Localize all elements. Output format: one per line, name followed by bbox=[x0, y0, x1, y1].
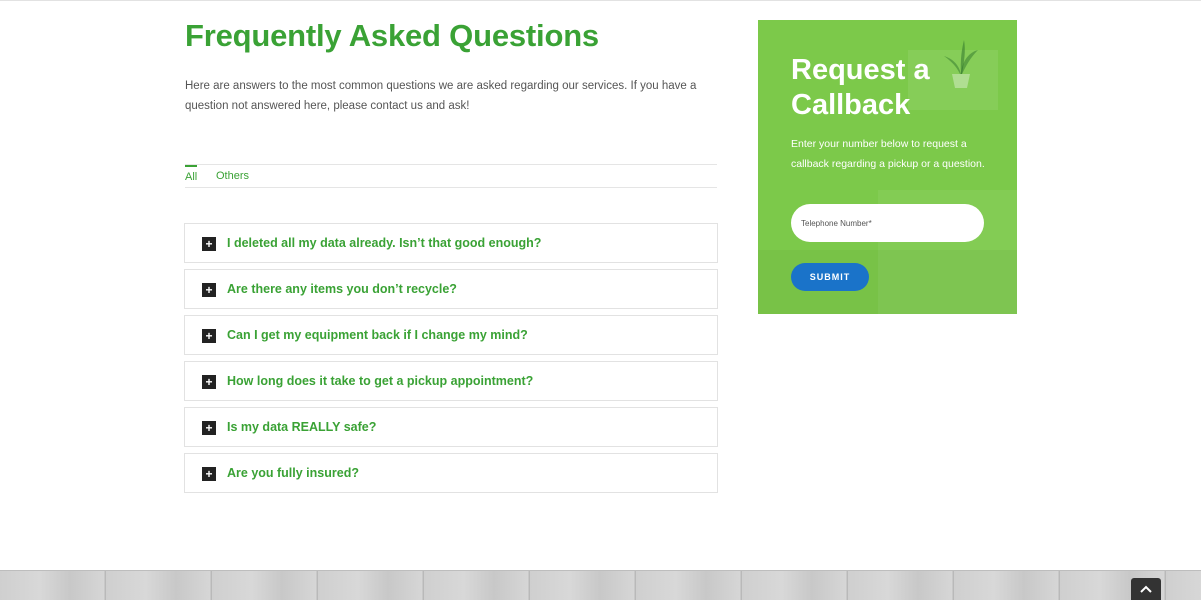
plus-icon[interactable]: + bbox=[202, 375, 216, 389]
callback-title: Request a Callback bbox=[791, 54, 930, 121]
faq-question[interactable]: Are there any items you don’t recycle? bbox=[227, 282, 457, 296]
faq-item[interactable]: + How long does it take to get a pickup … bbox=[184, 361, 718, 401]
top-divider bbox=[0, 0, 1201, 1]
faq-question[interactable]: How long does it take to get a pickup ap… bbox=[227, 374, 533, 388]
plus-icon[interactable]: + bbox=[202, 237, 216, 251]
callback-panel: Request a Callback Enter your number bel… bbox=[758, 20, 1017, 314]
plus-icon[interactable]: + bbox=[202, 329, 216, 343]
footer-wood-background bbox=[0, 570, 1201, 600]
scroll-to-top-button[interactable] bbox=[1131, 578, 1161, 600]
faq-item[interactable]: + Is my data REALLY safe? bbox=[184, 407, 718, 447]
faq-question[interactable]: Can I get my equipment back if I change … bbox=[227, 328, 528, 342]
faq-item[interactable]: + I deleted all my data already. Isn’t t… bbox=[184, 223, 718, 263]
plus-icon[interactable]: + bbox=[202, 467, 216, 481]
telephone-input[interactable] bbox=[791, 204, 984, 242]
page-title: Frequently Asked Questions bbox=[185, 18, 599, 53]
faq-item[interactable]: + Can I get my equipment back if I chang… bbox=[184, 315, 718, 355]
submit-button[interactable]: SUBMIT bbox=[791, 263, 869, 291]
faq-question[interactable]: Are you fully insured? bbox=[227, 466, 359, 480]
faq-question[interactable]: I deleted all my data already. Isn’t tha… bbox=[227, 236, 541, 250]
faq-filter-tabs: All Others bbox=[185, 164, 717, 188]
plus-icon[interactable]: + bbox=[202, 421, 216, 435]
tab-others[interactable]: Others bbox=[216, 170, 249, 182]
tab-all[interactable]: All bbox=[185, 165, 198, 183]
plus-icon[interactable]: + bbox=[202, 283, 216, 297]
chevron-up-icon bbox=[1140, 585, 1152, 593]
faq-item[interactable]: + Are there any items you don’t recycle? bbox=[184, 269, 718, 309]
callback-description: Enter your number below to request a cal… bbox=[791, 138, 985, 170]
faq-question[interactable]: Is my data REALLY safe? bbox=[227, 420, 376, 434]
faq-item[interactable]: + Are you fully insured? bbox=[184, 453, 718, 493]
faq-intro-text: Here are answers to the most common ques… bbox=[185, 80, 697, 112]
